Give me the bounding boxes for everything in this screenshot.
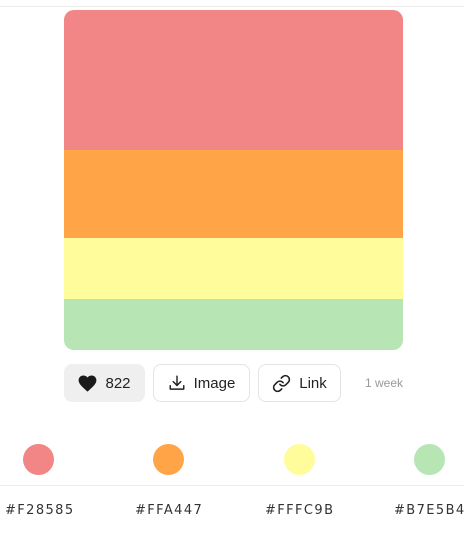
top-divider <box>0 6 464 7</box>
heart-icon <box>78 375 97 392</box>
copy-link-button[interactable]: Link <box>258 364 341 402</box>
bottom-divider <box>0 485 464 486</box>
like-button[interactable]: 822 <box>64 364 145 402</box>
palette-actions: 822 Image Link 1 week <box>64 364 403 402</box>
download-image-button[interactable]: Image <box>153 364 250 402</box>
link-button-label: Link <box>299 374 327 392</box>
color-dot-3[interactable] <box>284 444 315 475</box>
palette-swatch-3[interactable] <box>64 238 403 299</box>
color-code-2[interactable]: #FFA447 <box>135 503 203 518</box>
palette-swatch-2[interactable] <box>64 150 403 238</box>
color-code-1[interactable]: #F28585 <box>5 503 75 518</box>
image-button-label: Image <box>193 374 236 392</box>
color-palette[interactable] <box>64 10 403 350</box>
download-icon <box>168 374 186 392</box>
palette-swatch-4[interactable] <box>64 299 403 350</box>
color-codes: #F28585 #FFA447 #FFFC9B #B7E5B4 <box>0 503 464 521</box>
posted-age: 1 week <box>365 376 404 390</box>
color-code-3[interactable]: #FFFC9B <box>265 503 334 518</box>
color-dots <box>0 444 464 476</box>
color-dot-2[interactable] <box>153 444 184 475</box>
color-dot-1[interactable] <box>23 444 54 475</box>
color-code-4[interactable]: #B7E5B4 <box>394 503 464 518</box>
palette-swatch-1[interactable] <box>64 10 403 150</box>
like-count: 822 <box>105 374 131 392</box>
link-icon <box>272 374 291 393</box>
color-dot-4[interactable] <box>414 444 445 475</box>
